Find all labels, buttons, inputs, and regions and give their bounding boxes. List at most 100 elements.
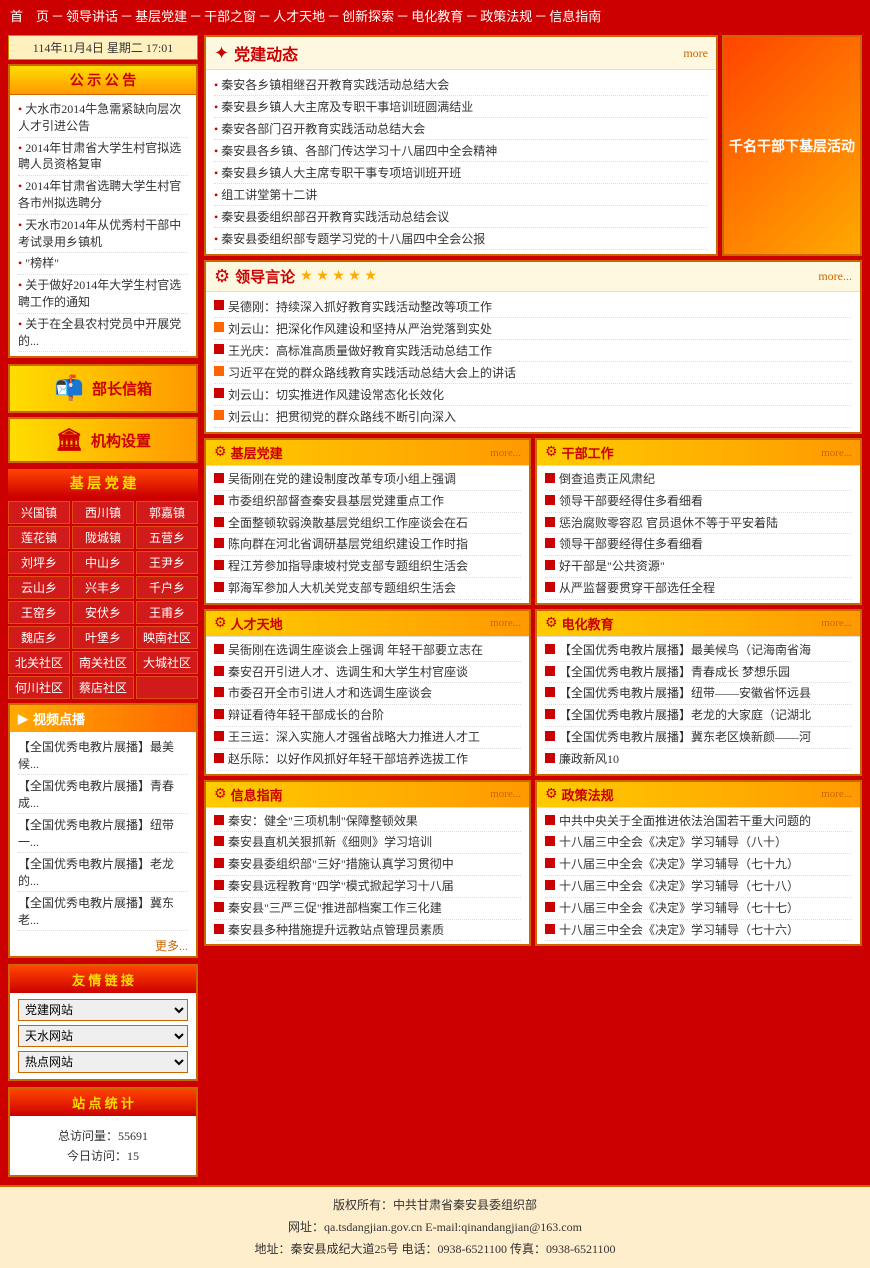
list-item[interactable]: 秦安县乡镇人大主席专职干事专项培训班开班: [214, 162, 708, 184]
list-item[interactable]: 刘云山：把深化作风建设和坚持从严治党落到实处: [214, 318, 852, 340]
list-item[interactable]: 十八届三中全会《决定》学习辅导（七十六）: [545, 920, 852, 942]
nav-grassroots[interactable]: 基层党建: [135, 6, 187, 25]
town-link[interactable]: 中山乡: [72, 551, 134, 574]
list-item[interactable]: 秦安县远程教育"四学"模式掀起学习十八届: [214, 876, 521, 898]
list-item[interactable]: 领导干部要经得住多看细看: [545, 534, 852, 556]
list-item[interactable]: 全面整顿软弱涣散基层党组织工作座谈会在石: [214, 513, 521, 535]
hotspot-sites-select[interactable]: 热点网站: [18, 1051, 188, 1073]
town-link[interactable]: 陇城镇: [72, 526, 134, 549]
town-link[interactable]: 兴国镇: [8, 501, 70, 524]
list-item[interactable]: 秦安县各乡镇、各部门传达学习十八届四中全会精神: [214, 140, 708, 162]
section-more-link[interactable]: more...: [490, 788, 521, 800]
list-item[interactable]: 领导干部要经得住多看细看: [545, 491, 852, 513]
list-item[interactable]: 【全国优秀电教片展播】老龙的大家庭（记湖北: [545, 705, 852, 727]
list-item[interactable]: 秦安：健全"三项机制"保障整顿效果: [214, 811, 521, 833]
town-link[interactable]: 莲花镇: [8, 526, 70, 549]
list-item[interactable]: 郭海军参加人大机关党支部专题组织生活会: [214, 578, 521, 600]
list-item[interactable]: 刘云山：把贯彻党的群众路线不断引向深入: [214, 406, 852, 428]
list-item[interactable]: 程江芳参加指导康坡村党支部专题组织生活会: [214, 556, 521, 578]
list-item[interactable]: 从严监督要贯穿干部选任全程: [545, 578, 852, 600]
town-link[interactable]: 蔡店社区: [72, 676, 134, 699]
town-link[interactable]: 千户乡: [136, 576, 198, 599]
town-link[interactable]: 云山乡: [8, 576, 70, 599]
town-link[interactable]: 王甫乡: [136, 601, 198, 624]
town-link[interactable]: 五营乡: [136, 526, 198, 549]
list-item[interactable]: 大水市2014牛急需紧缺向层次人才引进公告: [18, 99, 188, 138]
section-more-link[interactable]: more...: [821, 447, 852, 459]
list-item[interactable]: 吴德刚：持续深入抓好教育实践活动整改等项工作: [214, 296, 852, 318]
list-item[interactable]: 【全国优秀电教片展播】冀东老区焕新颜——河: [545, 727, 852, 749]
nav-talent[interactable]: 人才天地: [273, 6, 325, 25]
nav-leader[interactable]: 领导讲话: [66, 6, 118, 25]
list-item[interactable]: 组工讲堂第十二讲: [214, 184, 708, 206]
leader-more-link[interactable]: more...: [818, 269, 852, 284]
tianshui-sites-select[interactable]: 天水网站: [18, 1025, 188, 1047]
list-item[interactable]: 关于在全县农村党员中开展党的...: [18, 314, 188, 353]
list-item[interactable]: 习近平在党的群众路线教育实践活动总结大会上的讲话: [214, 362, 852, 384]
dynamics-more-link[interactable]: more: [683, 46, 708, 61]
list-item[interactable]: 秦安县委组织部"三好"措施认真学习贯彻中: [214, 854, 521, 876]
town-link[interactable]: 王窑乡: [8, 601, 70, 624]
video-more-link[interactable]: 更多...: [10, 935, 196, 956]
list-item[interactable]: 十八届三中全会《决定》学习辅导（七十九）: [545, 854, 852, 876]
list-item[interactable]: 秦安县委组织部召开教育实践活动总结会议: [214, 206, 708, 228]
nav-info[interactable]: 信息指南: [549, 6, 601, 25]
list-item[interactable]: 刘云山：切实推进作风建设常态化长效化: [214, 384, 852, 406]
town-link[interactable]: 叶堡乡: [72, 626, 134, 649]
list-item[interactable]: 秦安县多种措施提升远教站点管理员素质: [214, 920, 521, 942]
section-more-link[interactable]: more...: [490, 617, 521, 629]
nav-home[interactable]: 首 页: [10, 6, 49, 25]
list-item[interactable]: 关于做好2014年大学生村官选聘工作的通知: [18, 275, 188, 314]
section-more-link[interactable]: more...: [821, 788, 852, 800]
list-item[interactable]: 廉政新风10: [545, 749, 852, 771]
town-link[interactable]: 映南社区: [136, 626, 198, 649]
town-link[interactable]: 郭嘉镇: [136, 501, 198, 524]
list-item[interactable]: 秦安各乡镇相继召开教育实践活动总结大会: [214, 74, 708, 96]
list-item[interactable]: 辩证看待年轻干部成长的台阶: [214, 705, 521, 727]
town-link[interactable]: 兴丰乡: [72, 576, 134, 599]
town-link[interactable]: 安伏乡: [72, 601, 134, 624]
nav-cadre[interactable]: 干部之窗: [204, 6, 256, 25]
list-item[interactable]: 秦安召开引进人才、选调生和大学生村官座谈: [214, 662, 521, 684]
list-item[interactable]: 秦安县委组织部专题学习党的十八届四中全会公报: [214, 228, 708, 250]
list-item[interactable]: 十八届三中全会《决定》学习辅导（七十八）: [545, 876, 852, 898]
list-item[interactable]: 2014年甘肃省选聘大学生村官各市州拟选聘分: [18, 176, 188, 215]
list-item[interactable]: 【全国优秀电教片展播】纽带一...: [18, 814, 188, 853]
list-item[interactable]: 【全国优秀电教片展播】纽带——安徽省怀远县: [545, 683, 852, 705]
list-item[interactable]: 王光庆：高标准高质量做好教育实践活动总结工作: [214, 340, 852, 362]
list-item[interactable]: 倒查追责正风肃纪: [545, 469, 852, 491]
list-item[interactable]: 陈向群在河北省调研基层党组织建设工作时指: [214, 534, 521, 556]
town-link[interactable]: 大城社区: [136, 651, 198, 674]
town-link[interactable]: 南关社区: [72, 651, 134, 674]
section-more-link[interactable]: more...: [821, 617, 852, 629]
list-item[interactable]: 十八届三中全会《决定》学习辅导（八十）: [545, 832, 852, 854]
party-sites-select[interactable]: 党建网站: [18, 999, 188, 1021]
list-item[interactable]: 【全国优秀电教片展播】最美候鸟（记海南省海: [545, 640, 852, 662]
list-item[interactable]: 秦安县乡镇人大主席及专职干事培训班圆满结业: [214, 96, 708, 118]
list-item[interactable]: 天水市2014年从优秀村干部中考试录用乡镇机: [18, 215, 188, 254]
town-link[interactable]: 魏店乡: [8, 626, 70, 649]
list-item[interactable]: 秦安各部门召开教育实践活动总结大会: [214, 118, 708, 140]
list-item[interactable]: 惩治腐败零容忍 官员退休不等于平安着陆: [545, 513, 852, 535]
list-item[interactable]: 吴衙刚在党的建设制度改革专项小组上强调: [214, 469, 521, 491]
list-item[interactable]: 中共中央关于全面推进依法治国若干重大问题的: [545, 811, 852, 833]
list-item[interactable]: 十八届三中全会《决定》学习辅导（七十七）: [545, 898, 852, 920]
list-item[interactable]: 【全国优秀电教片展播】青春成长 梦想乐园: [545, 662, 852, 684]
nav-innovation[interactable]: 创新探索: [342, 6, 394, 25]
list-item[interactable]: 秦安县直机关狠抓新《细则》学习培训: [214, 832, 521, 854]
town-link[interactable]: 刘坪乡: [8, 551, 70, 574]
list-item[interactable]: 市委召开全市引进人才和选调生座谈会: [214, 683, 521, 705]
list-item[interactable]: 【全国优秀电教片展播】老龙的...: [18, 853, 188, 892]
list-item[interactable]: 好干部是"公共资源": [545, 556, 852, 578]
list-item[interactable]: 赵乐际：以好作风抓好年轻干部培养选拔工作: [214, 749, 521, 771]
activity-banner[interactable]: 千名干部下基层活动: [722, 35, 862, 256]
minister-mailbox-button[interactable]: 📬 部长信箱: [8, 364, 198, 413]
town-link[interactable]: 北关社区: [8, 651, 70, 674]
list-item[interactable]: 【全国优秀电教片展播】青春成...: [18, 775, 188, 814]
list-item[interactable]: 吴衙刚在选调生座谈会上强调 年轻干部要立志在: [214, 640, 521, 662]
nav-electro[interactable]: 电化教育: [411, 6, 463, 25]
town-link[interactable]: 何川社区: [8, 676, 70, 699]
list-item[interactable]: 王三运：深入实施人才强省战略大力推进人才工: [214, 727, 521, 749]
list-item[interactable]: 2014年甘肃省大学生村官拟选聘人员资格复审: [18, 138, 188, 177]
list-item[interactable]: "榜样": [18, 253, 188, 275]
